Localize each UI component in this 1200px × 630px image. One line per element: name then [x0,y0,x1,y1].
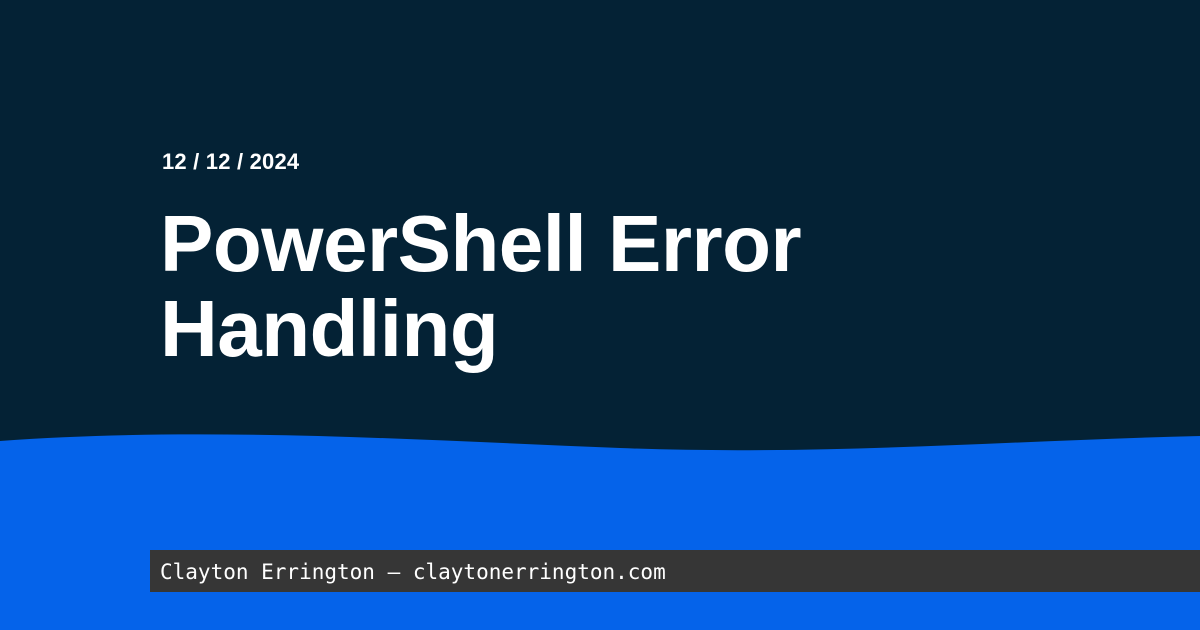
blue-wave-shape [0,434,1200,630]
author-credit: Clayton Errington — claytonerrington.com [160,560,666,584]
page-title: PowerShell Error Handling [160,199,802,373]
post-date: 12 / 12 / 2024 [162,149,300,174]
